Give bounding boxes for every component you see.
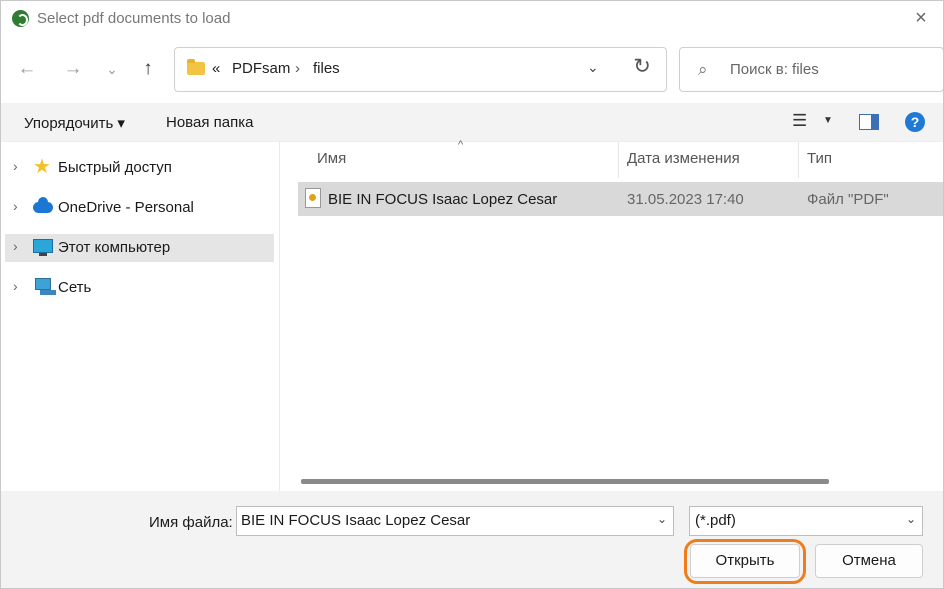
navigation-tree: › ★ Быстрый доступ › OneDrive - Personal… <box>1 142 280 491</box>
column-header-name[interactable]: Имя <box>317 150 346 167</box>
navigation-bar: ← → ⌄ ↑ « PDFsam › files ⌄ ↻ ⌕ Поиск в: … <box>1 37 943 103</box>
tree-item-label: Сеть <box>58 279 92 296</box>
refresh-icon[interactable]: ↻ <box>631 56 653 78</box>
filter-value: (*.pdf) <box>695 512 736 529</box>
star-icon: ★ <box>33 156 51 178</box>
search-icon: ⌕ <box>698 60 708 79</box>
tree-item-label: Быстрый доступ <box>58 159 172 176</box>
network-icon <box>35 278 56 295</box>
file-date: 31.05.2023 17:40 <box>627 191 744 208</box>
search-box[interactable]: ⌕ Поиск в: files <box>679 47 943 92</box>
breadcrumb-overflow[interactable]: « <box>212 60 220 77</box>
column-divider[interactable] <box>798 142 799 178</box>
file-name: BIE IN FOCUS Isaac Lopez Cesar <box>328 191 558 208</box>
file-row[interactable]: BIE IN FOCUS Isaac Lopez Cesar 31.05.202… <box>298 182 943 216</box>
tree-item-this-pc[interactable]: › Этот компьютер <box>5 234 274 262</box>
expand-chevron-icon[interactable]: › <box>13 238 18 254</box>
open-button-highlight <box>684 539 806 584</box>
filename-value[interactable]: BIE IN FOCUS Isaac Lopez Cesar <box>241 512 470 529</box>
expand-chevron-icon[interactable]: › <box>13 198 18 214</box>
breadcrumb-files[interactable]: files <box>313 60 340 77</box>
file-open-dialog: Select pdf documents to load × ← → ⌄ ↑ «… <box>0 0 944 589</box>
app-logo-icon <box>12 10 29 27</box>
column-divider[interactable] <box>618 142 619 178</box>
command-bar: Упорядочить ▾ Новая папка ☰ ▼ ? <box>1 103 943 142</box>
recent-locations-chevron-icon[interactable]: ⌄ <box>100 57 124 81</box>
view-dropdown-icon[interactable]: ▼ <box>823 115 833 126</box>
address-dropdown-icon[interactable]: ⌄ <box>587 59 605 76</box>
title-bar: Select pdf documents to load × <box>1 1 943 37</box>
new-folder-button[interactable]: Новая папка <box>166 114 253 131</box>
preview-pane-icon[interactable] <box>859 114 879 130</box>
help-icon[interactable]: ? <box>905 112 925 132</box>
column-header-date-modified[interactable]: Дата изменения <box>627 150 740 167</box>
dialog-title: Select pdf documents to load <box>37 10 231 27</box>
tree-item-label: Этот компьютер <box>58 239 171 256</box>
back-arrow-icon[interactable]: ← <box>15 57 39 81</box>
sort-ascending-icon: ^ <box>458 139 464 151</box>
tree-item-network[interactable]: › Сеть <box>5 274 274 302</box>
filename-label: Имя файла: <box>149 514 233 531</box>
cancel-button[interactable]: Отмена <box>815 544 923 578</box>
file-type-filter[interactable]: (*.pdf) ⌄ <box>689 506 923 536</box>
tree-item-label: OneDrive - Personal <box>58 199 194 216</box>
chevron-down-icon[interactable]: ⌄ <box>906 512 916 526</box>
tree-item-onedrive[interactable]: › OneDrive - Personal <box>5 194 274 222</box>
tree-item-quick-access[interactable]: › ★ Быстрый доступ <box>5 154 274 182</box>
expand-chevron-icon[interactable]: › <box>13 278 18 294</box>
expand-chevron-icon[interactable]: › <box>13 158 18 174</box>
horizontal-scrollbar[interactable] <box>301 479 829 484</box>
cloud-icon <box>33 197 53 213</box>
close-icon[interactable]: × <box>911 8 931 28</box>
up-arrow-icon[interactable]: ↑ <box>136 57 160 81</box>
breadcrumb-separator-icon: › <box>295 60 300 77</box>
address-bar[interactable]: « PDFsam › files ⌄ ↻ <box>174 47 667 92</box>
search-input[interactable]: Поиск в: files <box>730 61 819 78</box>
chevron-down-icon[interactable]: ⌄ <box>657 512 667 526</box>
file-list: ^ Имя Дата изменения Тип BIE IN FOCUS Is… <box>280 139 943 491</box>
column-header-type[interactable]: Тип <box>807 150 832 167</box>
file-type: Файл "PDF" <box>807 191 889 208</box>
monitor-icon <box>33 239 53 256</box>
organize-button[interactable]: Упорядочить ▾ <box>24 114 125 132</box>
pdf-file-icon <box>305 188 321 208</box>
view-list-icon[interactable]: ☰ <box>792 112 810 129</box>
filename-field[interactable]: BIE IN FOCUS Isaac Lopez Cesar ⌄ <box>236 506 674 536</box>
dialog-footer: Имя файла: BIE IN FOCUS Isaac Lopez Cesa… <box>1 491 943 588</box>
forward-arrow-icon[interactable]: → <box>61 57 85 81</box>
folder-icon <box>187 59 205 75</box>
breadcrumb-pdfsam[interactable]: PDFsam <box>232 60 290 77</box>
